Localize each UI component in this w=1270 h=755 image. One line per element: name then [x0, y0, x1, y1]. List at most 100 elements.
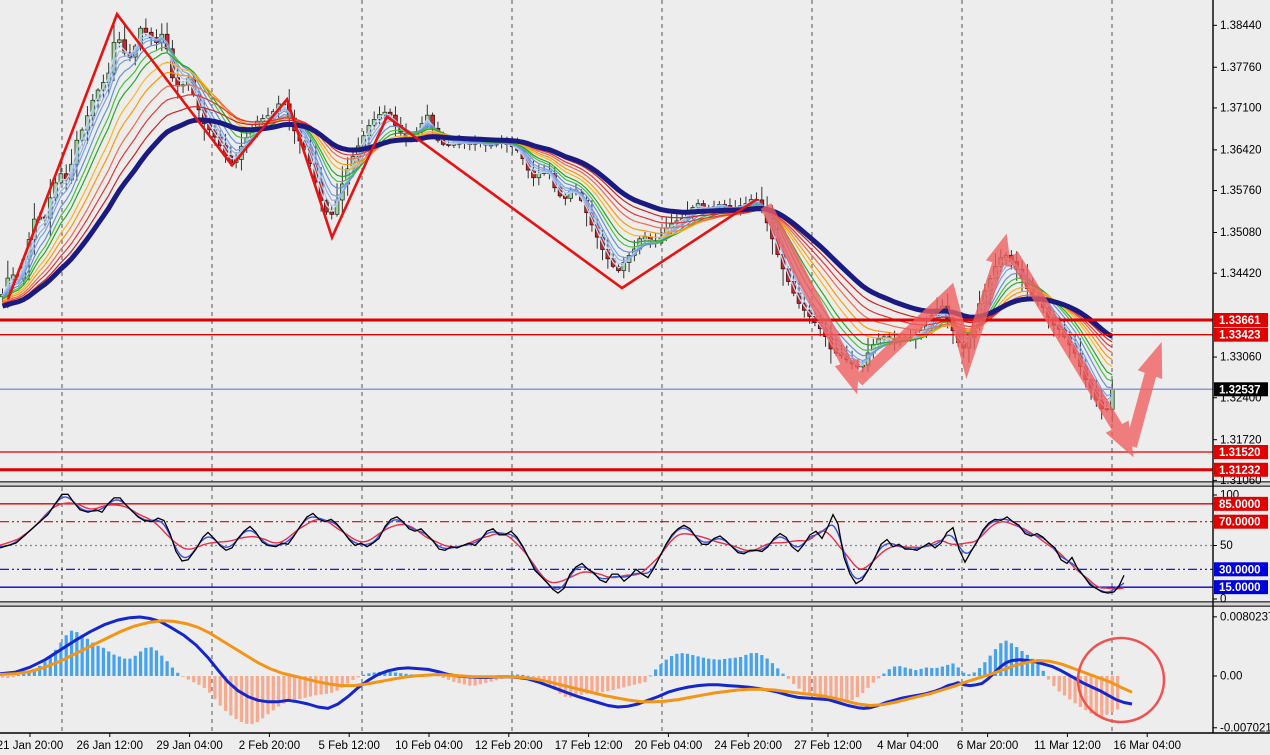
macd-bar — [213, 676, 217, 700]
macd-bar — [664, 659, 668, 676]
date-label: 21 Jan 20:00 — [0, 740, 63, 752]
macd-bar — [877, 676, 881, 679]
candle-body — [329, 211, 335, 215]
candle-body — [446, 143, 451, 146]
date-label: 17 Feb 12:00 — [555, 740, 623, 752]
trading-chart-window[interactable]: 1.38440 1.37760 1.37100 1.36420 1.35760 1.350… — [0, 0, 1270, 755]
macd-bar — [717, 659, 721, 676]
macd-bar — [521, 674, 525, 676]
macd-bar — [1046, 676, 1051, 680]
date-label: 2 Feb 20:00 — [239, 740, 300, 752]
price-tick-1.35080: 1.35080 — [1220, 227, 1262, 239]
macd-bar — [176, 672, 180, 676]
macd-bar — [962, 672, 966, 676]
osc-tick-50: 50 — [1220, 540, 1233, 552]
macd-bar — [914, 670, 918, 676]
macd-bar — [956, 667, 960, 676]
macd-bar — [723, 658, 727, 676]
macd-bar — [776, 668, 780, 676]
macd-bar — [622, 676, 626, 688]
price-tick-1.37760: 1.37760 — [1220, 62, 1262, 74]
date-label: 4 Mar 04:00 — [877, 740, 938, 752]
osc-badge-70: 70.0000 — [1219, 517, 1261, 529]
price-badge-1.31520: 1.31520 — [1219, 447, 1261, 459]
macd-bar — [940, 666, 944, 676]
macd-bar — [654, 669, 658, 676]
macd-bar — [797, 676, 801, 689]
macd-bar — [11, 676, 15, 678]
macd-bar — [643, 676, 647, 683]
macd-bar — [638, 676, 642, 684]
macd-bar — [930, 668, 934, 676]
macd-bar — [1068, 676, 1072, 700]
macd-bar — [234, 676, 238, 720]
macd-bar — [112, 654, 116, 676]
macd-bar — [823, 676, 828, 699]
osc-tick-0: 0 — [1220, 594, 1226, 606]
macd-bar — [266, 676, 270, 715]
macd-bar — [123, 658, 127, 676]
price-tick-1.36420: 1.36420 — [1220, 144, 1262, 156]
macd-bar — [648, 675, 652, 677]
macd-bar — [292, 676, 297, 701]
macd-bar — [192, 676, 196, 683]
macd-bar — [898, 666, 902, 676]
candle-body — [143, 27, 149, 33]
macd-bar — [197, 676, 201, 685]
macd-bar — [882, 673, 886, 676]
macd-bar — [813, 676, 817, 697]
macd-bar — [951, 663, 955, 676]
macd-bar — [393, 672, 398, 676]
macd-bar — [738, 657, 743, 676]
macd-bar — [181, 676, 185, 677]
macd-bar — [388, 671, 392, 676]
macd-bar — [765, 658, 769, 676]
date-label: 6 Mar 20:00 — [957, 740, 1018, 752]
macd-bar — [245, 676, 249, 724]
price-tick-1.37100: 1.37100 — [1220, 103, 1262, 115]
macd-bar — [733, 657, 737, 676]
date-label: 20 Feb 04:00 — [635, 740, 703, 752]
macd-tick--0.007021: -0.007021 — [1220, 722, 1270, 734]
macd-bar — [218, 676, 222, 706]
macd-bar — [866, 676, 870, 688]
macd-bar — [1100, 676, 1104, 718]
macd-bar — [346, 676, 350, 684]
macd-bar — [1094, 676, 1098, 716]
macd-bar — [786, 676, 790, 679]
price-tick-1.31720: 1.31720 — [1220, 434, 1262, 446]
macd-bar — [1041, 670, 1045, 676]
macd-bar — [526, 675, 530, 677]
macd-bar — [579, 676, 583, 695]
macd-bar — [919, 668, 923, 676]
macd-bar — [855, 676, 860, 698]
chart-canvas[interactable]: 1.38440 1.37760 1.37100 1.36420 1.35760 1.350… — [0, 0, 1270, 755]
macd-bar — [202, 676, 206, 689]
macd-bar — [144, 647, 148, 676]
macd-bar — [101, 647, 105, 676]
macd-bar — [1025, 654, 1029, 676]
macd-bar — [903, 667, 907, 676]
date-label: 10 Feb 04:00 — [395, 740, 463, 752]
date-label: 27 Feb 12:00 — [794, 740, 862, 752]
date-label: 12 Feb 20:00 — [475, 740, 543, 752]
macd-bar — [712, 659, 716, 676]
macd-bar — [186, 676, 190, 680]
price-badge-1.32537: 1.32537 — [1219, 384, 1261, 396]
macd-bar — [261, 676, 265, 719]
price-badge-1.33661: 1.33661 — [1219, 315, 1261, 327]
osc-badge-30: 30.0000 — [1219, 564, 1261, 576]
macd-bar — [691, 655, 695, 676]
date-label: 16 Mar 04:00 — [1113, 740, 1181, 752]
macd-bar — [64, 635, 68, 676]
macd-bar — [590, 676, 594, 693]
macd-bar — [744, 654, 748, 676]
macd-bar — [314, 676, 318, 696]
macd-bar — [781, 673, 785, 676]
macd-bar — [845, 676, 849, 702]
macd-bar — [399, 673, 403, 676]
macd-bar — [351, 676, 355, 680]
macd-bar — [133, 655, 137, 676]
macd-bar — [616, 676, 621, 689]
macd-bar — [770, 663, 775, 676]
